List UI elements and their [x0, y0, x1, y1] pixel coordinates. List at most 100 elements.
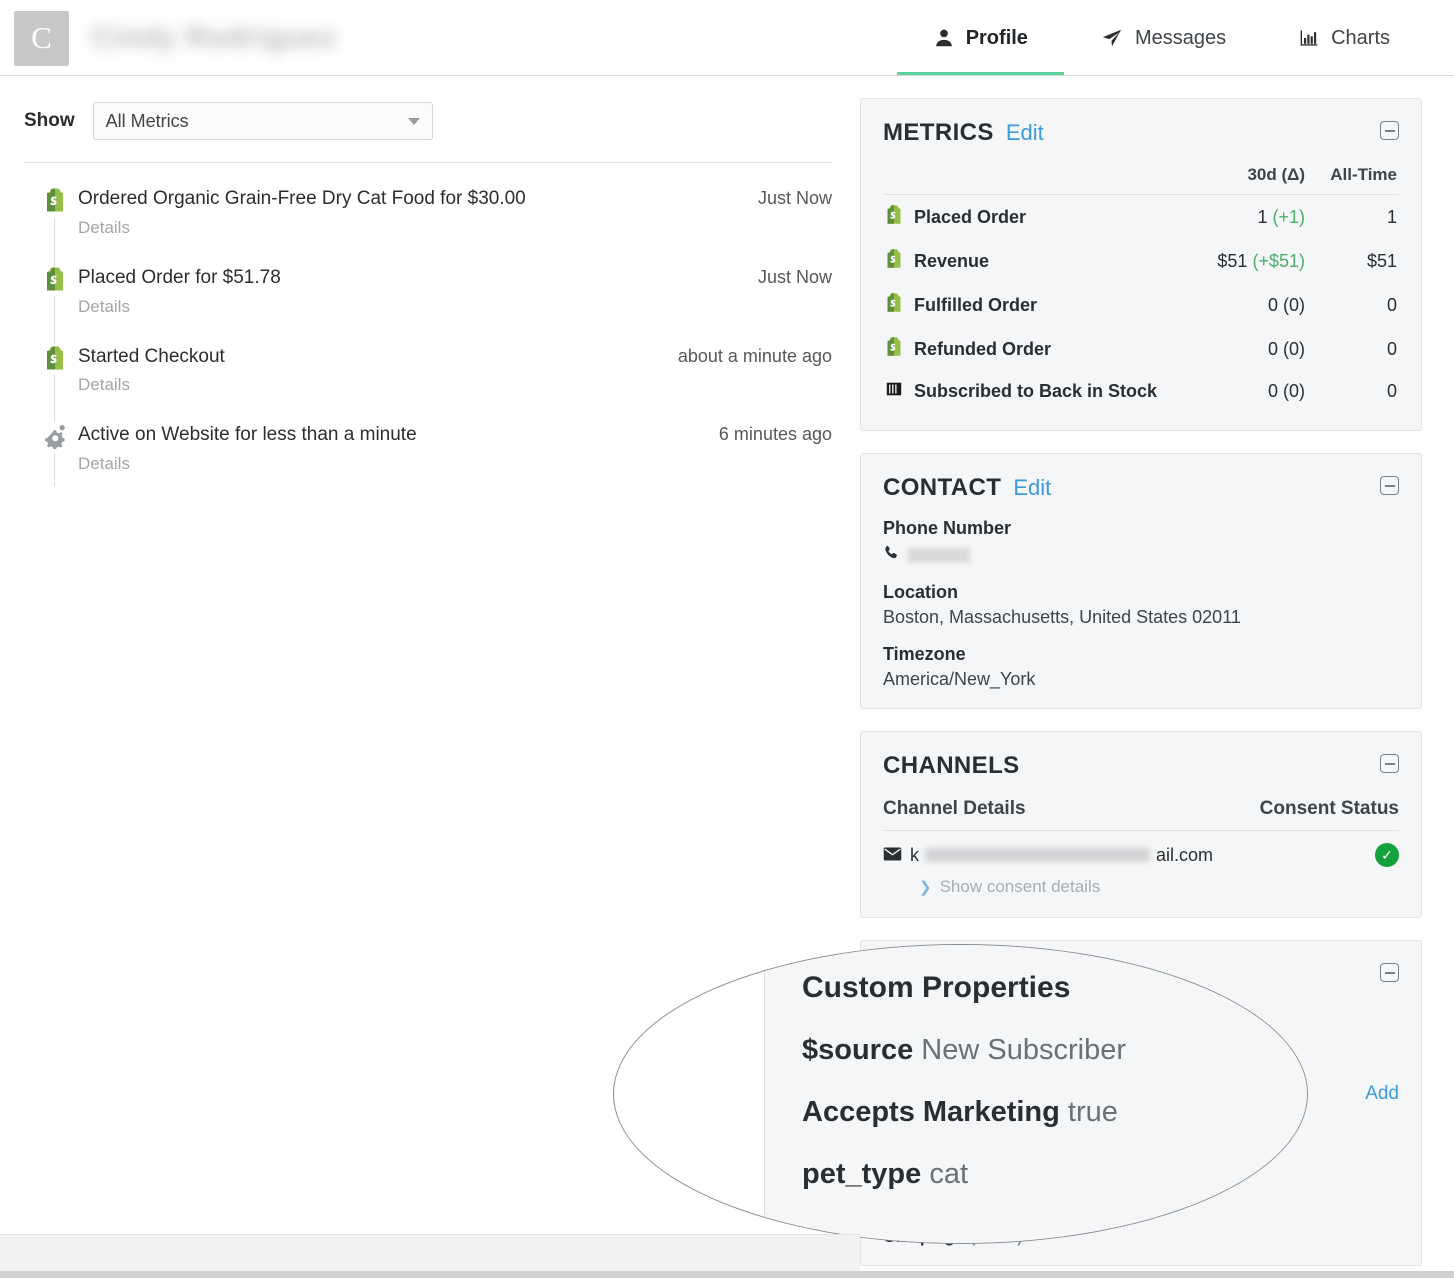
chevron-down-icon [408, 118, 420, 125]
show-consent-details-label: Show consent details [940, 877, 1101, 897]
callout-property-row: pet_type cat [802, 1158, 1297, 1191]
phone-field: Phone Number [883, 518, 1399, 566]
envelope-icon [883, 845, 902, 866]
add-property-link[interactable]: Add [1365, 1083, 1399, 1105]
callout-property-key: Accepts Marketing [802, 1096, 1060, 1128]
timeline-event-details-link[interactable]: Details [78, 218, 758, 238]
metrics-row: Subscribed to Back in Stock 0 (0) 0 [883, 371, 1399, 412]
tab-charts[interactable]: Charts [1262, 0, 1426, 76]
avatar: C [14, 11, 69, 66]
tab-messages[interactable]: Messages [1064, 0, 1262, 76]
metrics-row-label: Subscribed to Back in Stock [914, 381, 1157, 402]
metrics-panel: METRICS Edit 30d (Δ) All-Time [860, 98, 1422, 431]
channels-col-details: Channel Details [883, 798, 1026, 820]
timeline-event-title: Active on Website for less than a minute [78, 423, 719, 447]
activity-column: Show All Metrics Ordered Organic Grain-F… [0, 76, 860, 486]
back-in-stock-icon [885, 380, 903, 403]
timeline-event: Placed Order for $51.78 Details Just Now [24, 250, 832, 329]
metrics-row-name-cell: Revenue [883, 239, 1187, 283]
contact-panel-title: CONTACT [883, 474, 1001, 502]
contact-edit-link[interactable]: Edit [1013, 475, 1051, 501]
metrics-row-label: Revenue [914, 251, 989, 272]
phone-label: Phone Number [883, 518, 1399, 539]
timeline-event-details-link[interactable]: Details [78, 297, 758, 317]
metrics-row-30d: $51 (+$51) [1187, 239, 1307, 283]
location-field: Location Boston, Massachusetts, United S… [883, 582, 1399, 628]
shopify-bag-icon [40, 187, 70, 217]
page-title: Cindy Rodriguez [91, 21, 337, 55]
show-consent-details-link[interactable]: ❯ Show consent details [919, 877, 1399, 897]
timezone-field: Timezone America/New_York [883, 644, 1399, 690]
contact-panel: CONTACT Edit Phone Number Location Bosto… [860, 453, 1422, 709]
metrics-filter-value: All Metrics [106, 111, 189, 132]
metrics-row-alltime: 0 [1307, 327, 1399, 371]
metrics-30d-delta: (+1) [1272, 207, 1305, 227]
metrics-col-blank [883, 159, 1187, 195]
metrics-row-30d: 0 (0) [1187, 283, 1307, 327]
metrics-30d-value: 0 [1268, 295, 1278, 315]
metrics-row-name-cell: Subscribed to Back in Stock [883, 371, 1187, 412]
contact-collapse-icon[interactable] [1380, 476, 1399, 495]
magnifier-callout: Custom Properties $source New Subscriber… [613, 944, 1308, 1244]
shopify-bag-icon [40, 345, 70, 375]
filter-row: Show All Metrics [24, 102, 832, 163]
metrics-30d-delta: (+$51) [1252, 251, 1305, 271]
metrics-filter-select[interactable]: All Metrics [93, 102, 433, 140]
header-divider [0, 75, 1454, 76]
metrics-30d-delta: (0) [1283, 339, 1305, 359]
shopify-bag-icon [885, 292, 903, 318]
gear-icon [40, 423, 70, 453]
shopify-bag-icon [885, 336, 903, 362]
metrics-row-label: Placed Order [914, 207, 1026, 228]
channel-email-redacted [925, 848, 1150, 862]
page-header: C Cindy Rodriguez Profile Messages [0, 0, 1454, 76]
metrics-30d-value: $51 [1217, 251, 1247, 271]
metrics-row-30d: 0 (0) [1187, 371, 1307, 412]
metrics-row-30d: 0 (0) [1187, 327, 1307, 371]
timezone-value: America/New_York [883, 669, 1399, 690]
channel-row: kail.com ✓ [883, 831, 1399, 867]
footer-shadow [0, 1271, 1454, 1278]
channel-email-suffix: ail.com [1156, 845, 1213, 866]
timeline-event-title: Started Checkout [78, 345, 678, 369]
metrics-collapse-icon[interactable] [1380, 121, 1399, 140]
channel-email: k ail.com [883, 845, 1213, 866]
tab-charts-label: Charts [1331, 27, 1390, 50]
metrics-30d-value: 0 [1268, 339, 1278, 359]
callout-property-row: $source New Subscriber [802, 1034, 1297, 1067]
channels-panel-title: CHANNELS [883, 752, 1020, 780]
callout-property-key: pet_type [802, 1158, 921, 1190]
timeline-event: Ordered Organic Grain-Free Dry Cat Food … [24, 171, 832, 250]
tab-profile[interactable]: Profile [897, 0, 1064, 76]
timeline-event-time: Just Now [758, 266, 832, 288]
timeline-event-details-link[interactable]: Details [78, 454, 719, 474]
metrics-panel-title: METRICS [883, 119, 994, 147]
metrics-col-30d: 30d (Δ) [1187, 159, 1307, 195]
channels-panel: CHANNELS Channel Details Consent Status … [860, 731, 1422, 918]
tab-messages-label: Messages [1135, 27, 1226, 50]
channels-collapse-icon[interactable] [1380, 754, 1399, 773]
channels-col-consent: Consent Status [1260, 798, 1399, 820]
location-label: Location [883, 582, 1399, 603]
metrics-30d-value: 1 [1257, 207, 1267, 227]
metrics-row-30d: 1 (+1) [1187, 195, 1307, 240]
channel-email-prefix: k [910, 845, 919, 866]
timeline-event-details-link[interactable]: Details [78, 375, 678, 395]
metrics-row: Revenue $51 (+$51) $51 [883, 239, 1399, 283]
callout-property-value: true [1068, 1096, 1118, 1128]
timeline-event: Active on Website for less than a minute… [24, 407, 832, 486]
phone-value-redacted [908, 548, 970, 563]
callout-property-value: cat [929, 1158, 968, 1190]
metrics-row-name-cell: Refunded Order [883, 327, 1187, 371]
metrics-row-name-cell: Fulfilled Order [883, 283, 1187, 327]
metrics-row-label: Fulfilled Order [914, 295, 1037, 316]
location-value: Boston, Massachusetts, United States 020… [883, 607, 1399, 628]
metrics-row-label: Refunded Order [914, 339, 1051, 360]
metrics-edit-link[interactable]: Edit [1006, 120, 1044, 146]
metrics-table: 30d (Δ) All-Time Placed Order 1 (+1) [883, 159, 1399, 412]
shopify-bag-icon [885, 248, 903, 274]
metrics-row-alltime: 0 [1307, 283, 1399, 327]
metrics-row-name-cell: Placed Order [883, 195, 1187, 239]
information-collapse-icon[interactable] [1380, 963, 1399, 982]
callout-custom-properties-title: Custom Properties [802, 971, 1297, 1005]
